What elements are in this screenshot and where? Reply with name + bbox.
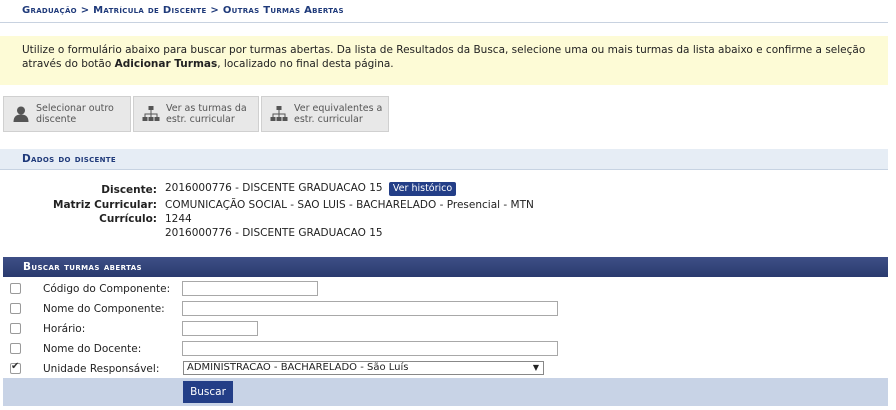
view-equivalents-button[interactable]: Ver equivalentes a estr. curricular: [261, 96, 389, 132]
select-other-student-button[interactable]: Selecionar outro discente: [3, 96, 131, 132]
field-docente-row: Nome do Docente:: [3, 340, 888, 360]
unidade-selected-value: ADMINISTRACAO - BACHARELADO - São Luís: [187, 362, 409, 373]
curriculo-label: Currículo:: [99, 213, 157, 225]
info-text-bold: Adicionar Turmas: [114, 58, 218, 70]
field-unidade-row: Unidade Responsável: ADMINISTRACAO - BAC…: [3, 360, 888, 380]
docente-checkbox[interactable]: [10, 343, 21, 354]
horario-input[interactable]: [182, 321, 258, 336]
codigo-label: Código do Componente:: [43, 283, 171, 295]
discente-row: 2016000776 - DISCENTE GRADUACAO 15 Ver h…: [165, 182, 457, 196]
discente-label: Discente:: [101, 184, 157, 196]
select-other-student-label: Selecionar outro discente: [36, 103, 114, 125]
horario-checkbox[interactable]: [10, 323, 21, 334]
matriz-value: COMUNICAÇÃO SOCIAL - SAO LUIS - BACHAREL…: [165, 199, 534, 211]
view-equivalents-label: Ver equivalentes a estr. curricular: [294, 103, 383, 125]
nome-componente-input[interactable]: [182, 301, 558, 316]
breadcrumb: Graduação > Matrícula de Discente > Outr…: [0, 0, 888, 23]
nome-componente-label: Nome do Componente:: [43, 303, 165, 315]
curriculo-value: 1244: [165, 213, 192, 225]
unidade-select[interactable]: ADMINISTRACAO - BACHARELADO - São Luís ▼: [183, 361, 544, 375]
view-history-button[interactable]: Ver histórico: [388, 182, 457, 196]
nome-componente-checkbox[interactable]: [10, 303, 21, 314]
codigo-checkbox[interactable]: [10, 283, 21, 294]
user-icon: [13, 106, 29, 122]
hierarchy-icon: [142, 106, 160, 121]
info-box: Utilize o formulário abaixo para buscar …: [0, 36, 888, 85]
docente-input[interactable]: [182, 341, 558, 356]
search-button[interactable]: Buscar: [183, 381, 233, 403]
hierarchy-icon: [270, 106, 288, 121]
field-nome-componente-row: Nome do Componente:: [3, 300, 888, 320]
unidade-checkbox[interactable]: [10, 361, 21, 374]
view-curricular-classes-button[interactable]: Ver as turmas da estr. curricular: [133, 96, 259, 132]
info-text: Utilize o formulário abaixo para buscar …: [22, 43, 872, 71]
field-codigo-row: Código do Componente:: [3, 280, 888, 300]
view-curricular-classes-label: Ver as turmas da estr. curricular: [166, 103, 247, 125]
docente-label: Nome do Docente:: [43, 343, 142, 355]
unidade-label: Unidade Responsável:: [43, 363, 160, 375]
chevron-down-icon: ▼: [532, 363, 539, 372]
student-section-title: Dados do discente: [22, 153, 116, 165]
discente-value: 2016000776 - DISCENTE GRADUACAO 15: [165, 182, 383, 194]
search-form-title: Buscar turmas abertas: [23, 261, 142, 273]
breadcrumb-text: Graduação > Matrícula de Discente > Outr…: [22, 5, 344, 16]
horario-label: Horário:: [43, 323, 86, 335]
field-horario-row: Horário:: [3, 320, 888, 340]
student-extra-value: 2016000776 - DISCENTE GRADUACAO 15: [165, 227, 383, 239]
info-text-end: , localizado no final desta página.: [217, 58, 394, 70]
student-section-header: Dados do discente: [0, 149, 888, 170]
search-form-footer: Buscar: [3, 378, 888, 406]
matriz-label: Matriz Curricular:: [53, 199, 157, 211]
search-form-header: Buscar turmas abertas: [3, 257, 888, 277]
codigo-input[interactable]: [182, 281, 318, 296]
